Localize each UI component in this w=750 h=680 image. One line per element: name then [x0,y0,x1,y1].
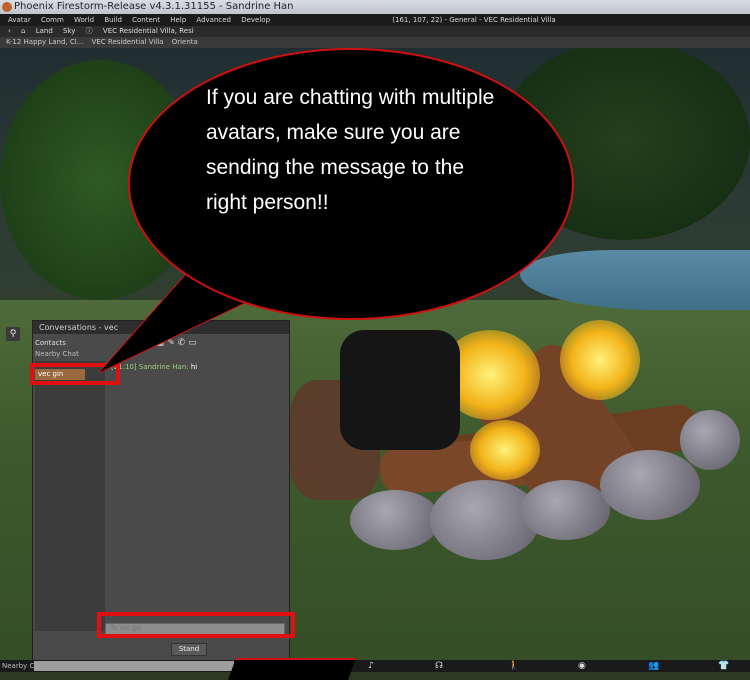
shirt-icon[interactable]: 👕 [718,660,729,672]
callout-text: If you are chatting with multiple avatar… [206,86,495,214]
walk-icon[interactable]: 🚶 [508,660,519,672]
people-icon[interactable]: 👥 [648,660,659,672]
headset-icon[interactable]: ☊ [435,660,443,672]
eye-icon[interactable]: ◉ [578,660,586,672]
second-callout-edge [227,658,357,680]
nearby-chat-input[interactable] [34,661,234,671]
microphone-icon[interactable]: ♪ [368,660,374,672]
bottom-toolbar: Nearby Chat ♪ ☊ 🚶 ◉ 👥 👕 [0,660,750,672]
